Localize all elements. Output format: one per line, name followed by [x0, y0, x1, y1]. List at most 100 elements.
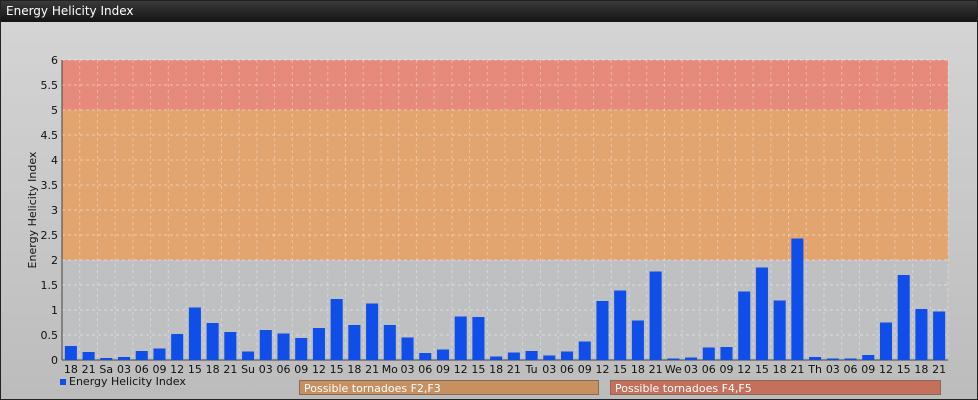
- bar: [64, 346, 77, 360]
- legend-label: Energy Helicity Index: [69, 375, 186, 388]
- bar: [897, 275, 910, 360]
- bar: [117, 357, 131, 360]
- y-tick-label: 4: [51, 154, 58, 167]
- bar: [82, 352, 95, 360]
- x-tick-label: 03: [259, 363, 273, 376]
- x-tick-label: 21: [365, 363, 379, 376]
- bar: [224, 332, 237, 360]
- bar: [826, 358, 839, 360]
- y-tick-label: 5: [51, 104, 58, 117]
- x-tick-label: 21: [649, 363, 663, 376]
- bar: [667, 358, 680, 360]
- bar: [649, 271, 662, 360]
- y-tick-label: 1: [51, 304, 58, 317]
- x-tick-label: 18: [489, 363, 503, 376]
- x-tick-label: 09: [294, 363, 308, 376]
- bar: [578, 341, 591, 360]
- x-tick-label: 15: [897, 363, 911, 376]
- bar: [915, 309, 928, 360]
- bar: [809, 357, 822, 360]
- bar: [242, 351, 255, 360]
- bar: [738, 291, 751, 360]
- bar: [366, 303, 379, 360]
- bar: [100, 358, 113, 360]
- bar: [543, 355, 556, 360]
- bar: [259, 330, 272, 360]
- x-tick-label: 06: [844, 363, 858, 376]
- bar: [312, 328, 325, 360]
- band-label-f4-f5-text: Possible tornadoes F4,F5: [615, 382, 752, 395]
- x-tick-label: 21: [223, 363, 237, 376]
- bar: [507, 352, 520, 360]
- y-tick-label: 2: [51, 254, 58, 267]
- y-tick-label: 6: [51, 54, 58, 67]
- x-tick-label: 03: [542, 363, 556, 376]
- bar: [135, 351, 148, 360]
- bar: [188, 307, 201, 360]
- bar: [171, 334, 184, 360]
- bar: [773, 300, 786, 360]
- bar: [472, 317, 485, 360]
- bar: [862, 355, 875, 360]
- x-tick-label: 09: [578, 363, 592, 376]
- x-tick-label: 12: [454, 363, 468, 376]
- bar: [153, 348, 166, 360]
- bar: [277, 333, 290, 360]
- x-tick-label: 06: [560, 363, 574, 376]
- x-tick-label: 12: [595, 363, 609, 376]
- bar: [436, 349, 450, 360]
- x-tick-label: 09: [861, 363, 875, 376]
- x-tick-label: 15: [471, 363, 485, 376]
- x-tick-label: 21: [932, 363, 946, 376]
- bar: [295, 338, 308, 360]
- x-tick-label: 12: [737, 363, 751, 376]
- bar: [685, 357, 698, 360]
- bar: [720, 347, 733, 360]
- x-tick-label: 15: [330, 363, 344, 376]
- x-tick-label: 03: [684, 363, 698, 376]
- x-tick-label: 09: [436, 363, 450, 376]
- bar: [702, 347, 715, 360]
- x-tick-label: 21: [790, 363, 804, 376]
- y-axis-label: Energy Helicity Index: [26, 151, 39, 268]
- x-tick-label: 18: [206, 363, 220, 376]
- bar: [596, 301, 609, 360]
- x-tick-label: We: [665, 363, 682, 376]
- bar: [348, 325, 361, 360]
- bar: [631, 320, 644, 360]
- bar: [330, 299, 343, 360]
- bar: [755, 267, 768, 360]
- bar: [933, 311, 946, 360]
- x-tick-label: 03: [401, 363, 415, 376]
- bar: [454, 316, 467, 360]
- legend-entry[interactable]: Energy Helicity Index: [60, 375, 186, 388]
- band-label-f4-f5: Possible tornadoes F4,F5: [610, 380, 941, 395]
- y-tick-label: 0: [51, 354, 58, 367]
- bar: [614, 290, 627, 360]
- y-tick-label: 3.5: [41, 179, 59, 192]
- bar: [525, 351, 538, 360]
- x-tick-label: 18: [347, 363, 361, 376]
- x-tick-label: Th: [807, 363, 822, 376]
- bar: [791, 238, 804, 360]
- x-tick-label: 12: [879, 363, 893, 376]
- bar: [490, 356, 503, 360]
- x-tick-label: 15: [755, 363, 769, 376]
- x-tick-label: Tu: [525, 363, 538, 376]
- y-tick-label: 3: [51, 204, 58, 217]
- bar: [844, 358, 857, 360]
- x-tick-label: 06: [277, 363, 291, 376]
- bar: [560, 351, 574, 360]
- x-tick-label: 15: [188, 363, 202, 376]
- y-tick-label: 4.5: [41, 129, 59, 142]
- bar: [206, 323, 219, 360]
- band-label-f2-f3-text: Possible tornadoes F2,F3: [304, 382, 441, 395]
- x-tick-label: 21: [507, 363, 521, 376]
- bar: [401, 337, 414, 360]
- x-tick-label: 18: [631, 363, 645, 376]
- chart-svg: 0 0.5 1 1.5 2 2.5 3 3.5 4 4.5 5 5.5 6 Energy Helicity…: [26, 54, 949, 376]
- band-label-f2-f3: Possible tornadoes F2,F3: [299, 380, 599, 395]
- legend-swatch: [60, 379, 66, 385]
- bar: [383, 325, 396, 360]
- y-tick-label: 0.5: [41, 329, 59, 342]
